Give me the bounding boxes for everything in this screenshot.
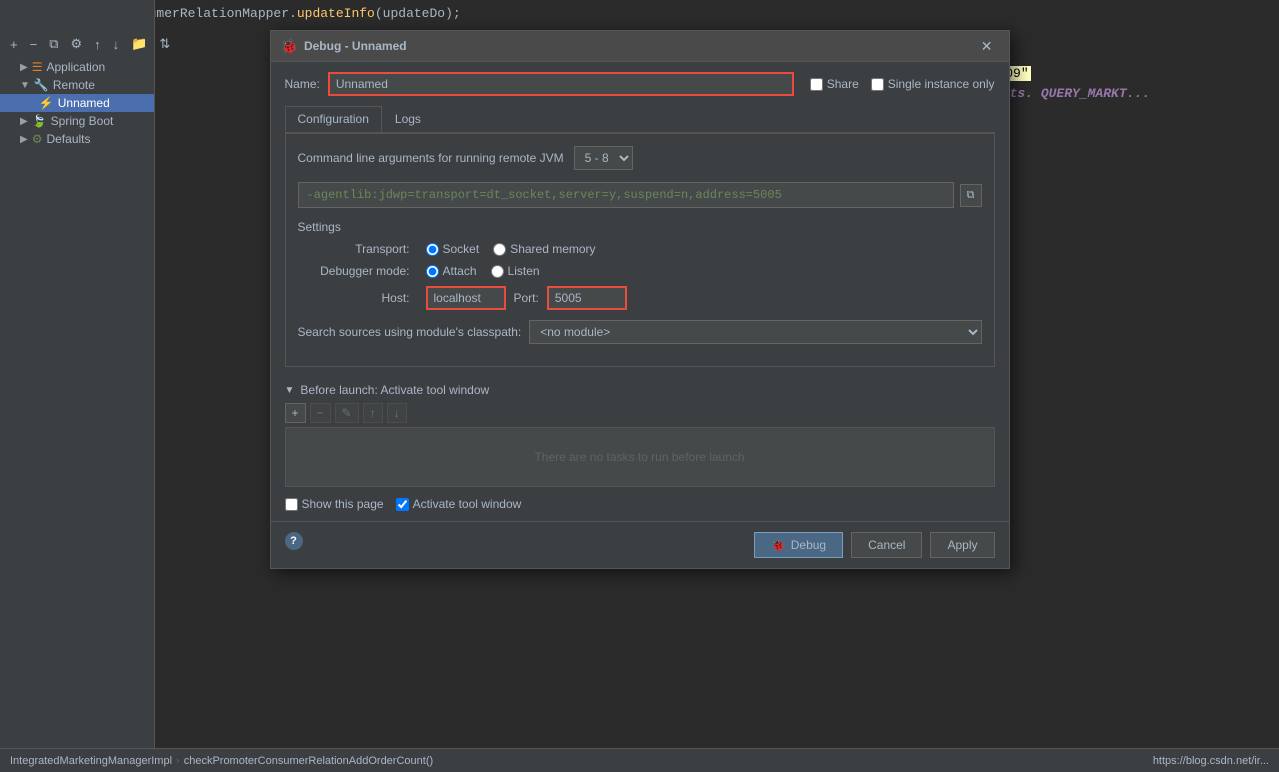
activate-toolwindow-checkbox-label[interactable]: Activate tool window [396,497,522,511]
dialog-title-text: Debug - Unnamed [304,39,407,53]
debugger-listen-text: Listen [508,264,540,278]
debug-button[interactable]: 🐞 Debug [754,532,843,558]
dialog-footer: ? 🐞 Debug Cancel Apply [271,521,1009,568]
status-bar: IntegratedMarketingManagerImpl › checkPr… [0,748,1279,772]
before-launch-up-btn[interactable]: ↑ [363,403,383,423]
transport-radio-group: Socket Shared memory [426,242,982,256]
checkbox-group: Share Single instance only [810,77,995,91]
settings-grid: Transport: Socket Shared memory [298,242,982,310]
tab-bar: Configuration Logs [285,106,995,133]
transport-sharedmem-radio[interactable] [493,243,506,256]
debugger-attach-label[interactable]: Attach [426,264,477,278]
activate-toolwindow-label-text: Activate tool window [413,497,522,511]
single-instance-label-text: Single instance only [888,77,995,91]
share-checkbox-label[interactable]: Share [810,77,859,91]
host-label: Host: [298,291,418,305]
transport-socket-radio[interactable] [426,243,439,256]
single-instance-checkbox[interactable] [871,78,884,91]
transport-label: Transport: [298,242,418,256]
dialog-overlay: 🐞 Debug - Unnamed ✕ Name: Share Single [0,0,1279,772]
share-label-text: Share [827,77,859,91]
before-launch-header[interactable]: ▼ Before launch: Activate tool window [285,383,995,397]
debug-dialog: 🐞 Debug - Unnamed ✕ Name: Share Single [270,30,1010,569]
host-port-row: Port: [426,286,982,310]
settings-section: Settings Transport: Socket Shared memo [298,220,982,344]
host-input[interactable] [426,286,506,310]
apply-button[interactable]: Apply [930,532,994,558]
debugger-attach-radio[interactable] [426,265,439,278]
name-row: Name: Share Single instance only [285,72,995,96]
dialog-title-area: 🐞 Debug - Unnamed [281,38,407,55]
dialog-debug-icon: 🐞 [281,38,298,55]
debug-btn-label: Debug [791,538,826,552]
breadcrumb-arrow: › [176,755,180,767]
dialog-titlebar[interactable]: 🐞 Debug - Unnamed ✕ [271,31,1009,62]
dialog-body: Name: Share Single instance only Confi [271,62,1009,521]
before-launch-expand-icon: ▼ [285,385,295,396]
jvm-version-select[interactable]: 5 - 8 9+ [574,146,633,170]
before-launch-area: There are no tasks to run before launch [285,427,995,487]
no-tasks-text: There are no tasks to run before launch [534,450,744,464]
transport-sharedmem-label[interactable]: Shared memory [493,242,595,256]
name-label: Name: [285,77,320,91]
tab-configuration[interactable]: Configuration [285,106,382,132]
breadcrumb-part1: IntegratedMarketingManagerImpl [10,755,172,767]
copy-cmd-button[interactable]: ⧉ [960,184,982,207]
cancel-button[interactable]: Cancel [851,532,922,558]
search-sources-row: Search sources using module's classpath:… [298,320,982,344]
debugger-mode-label: Debugger mode: [298,264,418,278]
breadcrumb: IntegratedMarketingManagerImpl › checkPr… [10,755,433,767]
share-checkbox[interactable] [810,78,823,91]
debugger-attach-text: Attach [443,264,477,278]
port-input[interactable] [547,286,627,310]
before-launch-toolbar: + − ✎ ↑ ↓ [285,403,995,423]
activate-toolwindow-checkbox[interactable] [396,498,409,511]
before-launch-add-btn[interactable]: + [285,403,306,423]
breadcrumb-part2: checkPromoterConsumerRelationAddOrderCou… [184,755,433,767]
transport-sharedmem-text: Shared memory [510,242,595,256]
module-select[interactable]: <no module> [529,320,981,344]
before-launch-section: ▼ Before launch: Activate tool window + … [285,383,995,487]
before-launch-title: Before launch: Activate tool window [300,383,489,397]
debugger-listen-label[interactable]: Listen [491,264,540,278]
status-url: https://blog.csdn.net/ir... [1153,755,1269,767]
tab-logs[interactable]: Logs [382,106,434,132]
bottom-checkboxes: Show this page Activate tool window [285,497,995,511]
debugger-listen-radio[interactable] [491,265,504,278]
before-launch-remove-btn[interactable]: − [310,403,331,423]
close-button[interactable]: ✕ [975,37,999,55]
single-instance-checkbox-label[interactable]: Single instance only [871,77,995,91]
search-label: Search sources using module's classpath: [298,325,522,339]
config-area: Command line arguments for running remot… [285,133,995,367]
before-launch-edit-btn[interactable]: ✎ [335,403,359,423]
help-button[interactable]: ? [285,532,303,550]
name-input[interactable] [328,72,794,96]
show-page-label-text: Show this page [302,497,384,511]
settings-title: Settings [298,220,982,234]
cmd-label: Command line arguments for running remot… [298,151,564,165]
cmd-string-row: ⧉ [298,182,982,208]
transport-socket-label[interactable]: Socket [426,242,480,256]
show-page-checkbox-label[interactable]: Show this page [285,497,384,511]
cmd-string-input[interactable] [298,182,954,208]
cmd-row: Command line arguments for running remot… [298,146,982,170]
transport-socket-text: Socket [443,242,480,256]
debugger-mode-radio-group: Attach Listen [426,264,982,278]
port-label: Port: [514,291,539,305]
before-launch-down-btn[interactable]: ↓ [387,403,407,423]
show-page-checkbox[interactable] [285,498,298,511]
debug-btn-icon: 🐞 [771,538,786,552]
